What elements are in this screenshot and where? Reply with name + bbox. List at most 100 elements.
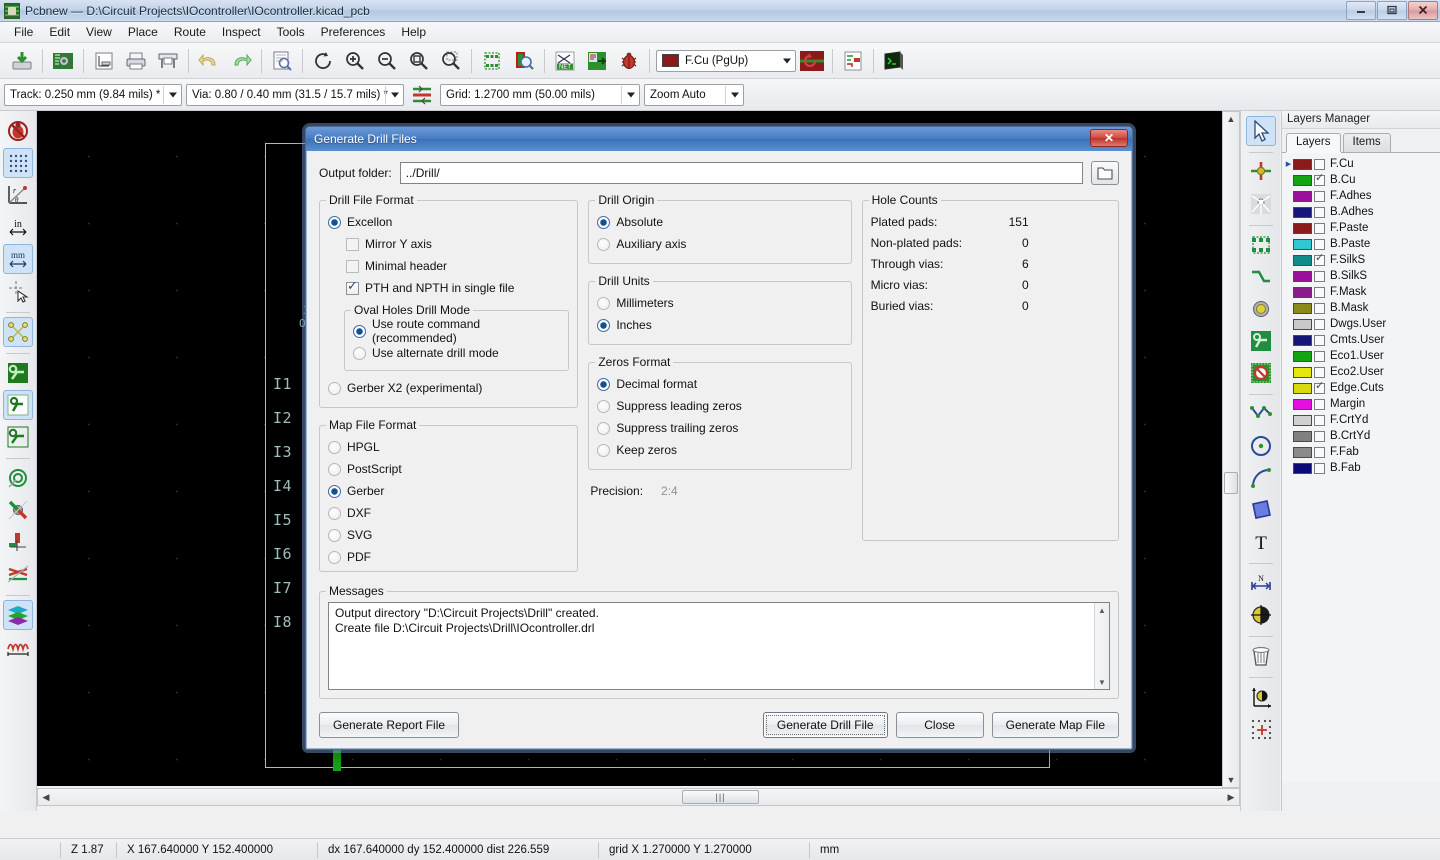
menu-inspect[interactable]: Inspect	[214, 23, 269, 41]
layer-visibility-checkbox[interactable]	[1314, 222, 1325, 234]
layer-color-swatch[interactable]	[1293, 462, 1312, 474]
add-filled-zone-icon[interactable]	[1246, 326, 1276, 356]
layer-visibility-checkbox[interactable]	[1314, 350, 1325, 362]
refresh-icon[interactable]	[308, 46, 338, 76]
scroll-up-icon[interactable]: ▲	[1223, 114, 1239, 124]
layer-color-swatch[interactable]	[1293, 158, 1312, 170]
layer-visibility-checkbox[interactable]	[1314, 270, 1325, 282]
minimize-button[interactable]	[1346, 0, 1376, 20]
radio-use-alternate-drill-mode[interactable]: Use alternate drill mode	[353, 342, 560, 364]
track-width-select[interactable]: Track: 0.250 mm (9.84 mils) *	[4, 83, 182, 106]
layer-row-f-crtyd[interactable]: F.CrtYd	[1282, 412, 1440, 428]
layer-visibility-checkbox[interactable]	[1314, 430, 1325, 442]
scroll-up-icon[interactable]: ▲	[1095, 603, 1109, 617]
delete-tool-icon[interactable]	[1246, 641, 1276, 671]
layer-visibility-checkbox[interactable]	[1314, 253, 1325, 266]
plot-icon[interactable]	[153, 46, 183, 76]
vscroll-thumb[interactable]	[1224, 472, 1238, 494]
radio-map-svg[interactable]: SVG	[328, 524, 569, 546]
generate-drill-file-button[interactable]: Generate Drill File	[762, 712, 888, 738]
layer-color-swatch[interactable]	[1293, 318, 1312, 330]
layer-color-swatch[interactable]	[1293, 382, 1312, 394]
checkbox-minimal-header[interactable]: Minimal header	[328, 255, 569, 277]
add-footprint-icon[interactable]	[1246, 230, 1276, 260]
board-setup-icon[interactable]	[48, 46, 78, 76]
radio-zeros-suppress-trailing[interactable]: Suppress trailing zeros	[597, 417, 842, 439]
menu-route[interactable]: Route	[166, 23, 214, 41]
radio-gerber-x2[interactable]: Gerber X2 (experimental)	[328, 377, 569, 399]
grid-toggle-icon[interactable]	[3, 148, 33, 178]
highlight-net-icon[interactable]	[1246, 157, 1276, 187]
track-via-size-icon[interactable]	[409, 80, 435, 110]
layer-color-swatch[interactable]	[1293, 270, 1312, 282]
layer-color-swatch[interactable]	[1293, 414, 1312, 426]
cursor-shape-icon[interactable]	[3, 276, 33, 306]
scroll-down-icon[interactable]: ▼	[1095, 675, 1109, 689]
layer-visibility-checkbox[interactable]	[1314, 206, 1325, 218]
layer-visibility-checkbox[interactable]	[1314, 190, 1325, 202]
radio-zeros-suppress-leading[interactable]: Suppress leading zeros	[597, 395, 842, 417]
fill-zones-icon[interactable]	[3, 358, 33, 388]
zoom-fit-icon[interactable]	[404, 46, 434, 76]
set-origin-icon[interactable]	[1246, 682, 1276, 712]
netlist-icon[interactable]	[477, 46, 507, 76]
zone-outline-icon[interactable]	[3, 422, 33, 452]
layer-row-f-fab[interactable]: F.Fab	[1282, 444, 1440, 460]
messages-textarea[interactable]: Output directory "D:\Circuit Projects\Dr…	[328, 602, 1110, 690]
scroll-left-icon[interactable]: ◀	[38, 792, 54, 803]
show-vias-sketch-icon[interactable]	[3, 495, 33, 525]
close-button[interactable]: Close	[895, 712, 984, 738]
layer-row-f-silks[interactable]: F.SilkS	[1282, 252, 1440, 268]
browse-folder-button[interactable]	[1091, 161, 1119, 185]
layer-color-swatch[interactable]	[1293, 238, 1312, 250]
layer-row-cmts-user[interactable]: Cmts.User	[1282, 332, 1440, 348]
add-circle-icon[interactable]	[1246, 431, 1276, 461]
radio-zeros-keep-zeros[interactable]: Keep zeros	[597, 439, 842, 461]
layer-row-f-adhes[interactable]: F.Adhes	[1282, 188, 1440, 204]
radio-origin-absolute[interactable]: Absolute	[597, 211, 842, 233]
layer-visibility-checkbox[interactable]	[1314, 398, 1325, 410]
radio-map-gerber[interactable]: Gerber	[328, 480, 569, 502]
layer-visibility-checkbox[interactable]	[1314, 446, 1325, 458]
zoom-out-icon[interactable]	[372, 46, 402, 76]
zoom-area-icon[interactable]	[436, 46, 466, 76]
layer-visibility-checkbox[interactable]	[1314, 302, 1325, 314]
layers-stack-icon[interactable]	[3, 600, 33, 630]
menu-help[interactable]: Help	[393, 23, 434, 41]
layer-visibility-checkbox[interactable]	[1314, 414, 1325, 426]
layer-color-swatch[interactable]	[1293, 350, 1312, 362]
layer-visibility-checkbox[interactable]	[1314, 158, 1325, 170]
add-text-icon[interactable]: T	[1246, 527, 1276, 557]
print-preview-icon[interactable]	[267, 46, 297, 76]
footprint-inspect-icon[interactable]	[509, 46, 539, 76]
layer-color-swatch[interactable]	[1293, 254, 1312, 266]
menu-view[interactable]: View	[78, 23, 120, 41]
update-pcb-icon[interactable]	[582, 46, 612, 76]
close-button[interactable]	[1408, 0, 1438, 20]
local-ratsnest-icon[interactable]	[1246, 189, 1276, 219]
layer-row-edge-cuts[interactable]: Edge.Cuts	[1282, 380, 1440, 396]
design-rules-icon[interactable]	[838, 46, 868, 76]
layer-color-swatch[interactable]	[1293, 446, 1312, 458]
add-polygon-icon[interactable]	[1246, 495, 1276, 525]
drc-bug-icon[interactable]	[614, 46, 644, 76]
net-highlight-icon[interactable]: NET	[550, 46, 580, 76]
hscroll-thumb[interactable]: |||	[682, 790, 759, 804]
via-size-select[interactable]: Via: 0.80 / 0.40 mm (31.5 / 15.7 mils) *	[186, 83, 404, 106]
tab-items[interactable]: Items	[1342, 133, 1391, 152]
3d-viewer-icon[interactable]	[879, 46, 909, 76]
layer-row-b-mask[interactable]: B.Mask	[1282, 300, 1440, 316]
layer-row-b-adhes[interactable]: B.Adhes	[1282, 204, 1440, 220]
menu-edit[interactable]: Edit	[41, 23, 78, 41]
zoom-in-icon[interactable]	[340, 46, 370, 76]
layer-color-swatch[interactable]	[1293, 302, 1312, 314]
radio-map-pdf[interactable]: PDF	[328, 546, 569, 568]
canvas-vscrollbar[interactable]: ▲ ▼	[1222, 111, 1240, 788]
unfill-zones-icon[interactable]	[3, 390, 33, 420]
menu-preferences[interactable]: Preferences	[313, 23, 394, 41]
radio-map-dxf[interactable]: DXF	[328, 502, 569, 524]
layer-row-eco1-user[interactable]: Eco1.User	[1282, 348, 1440, 364]
checkbox-mirror-y[interactable]: Mirror Y axis	[328, 233, 569, 255]
print-icon[interactable]	[121, 46, 151, 76]
show-ratsnest-icon[interactable]	[3, 317, 33, 347]
